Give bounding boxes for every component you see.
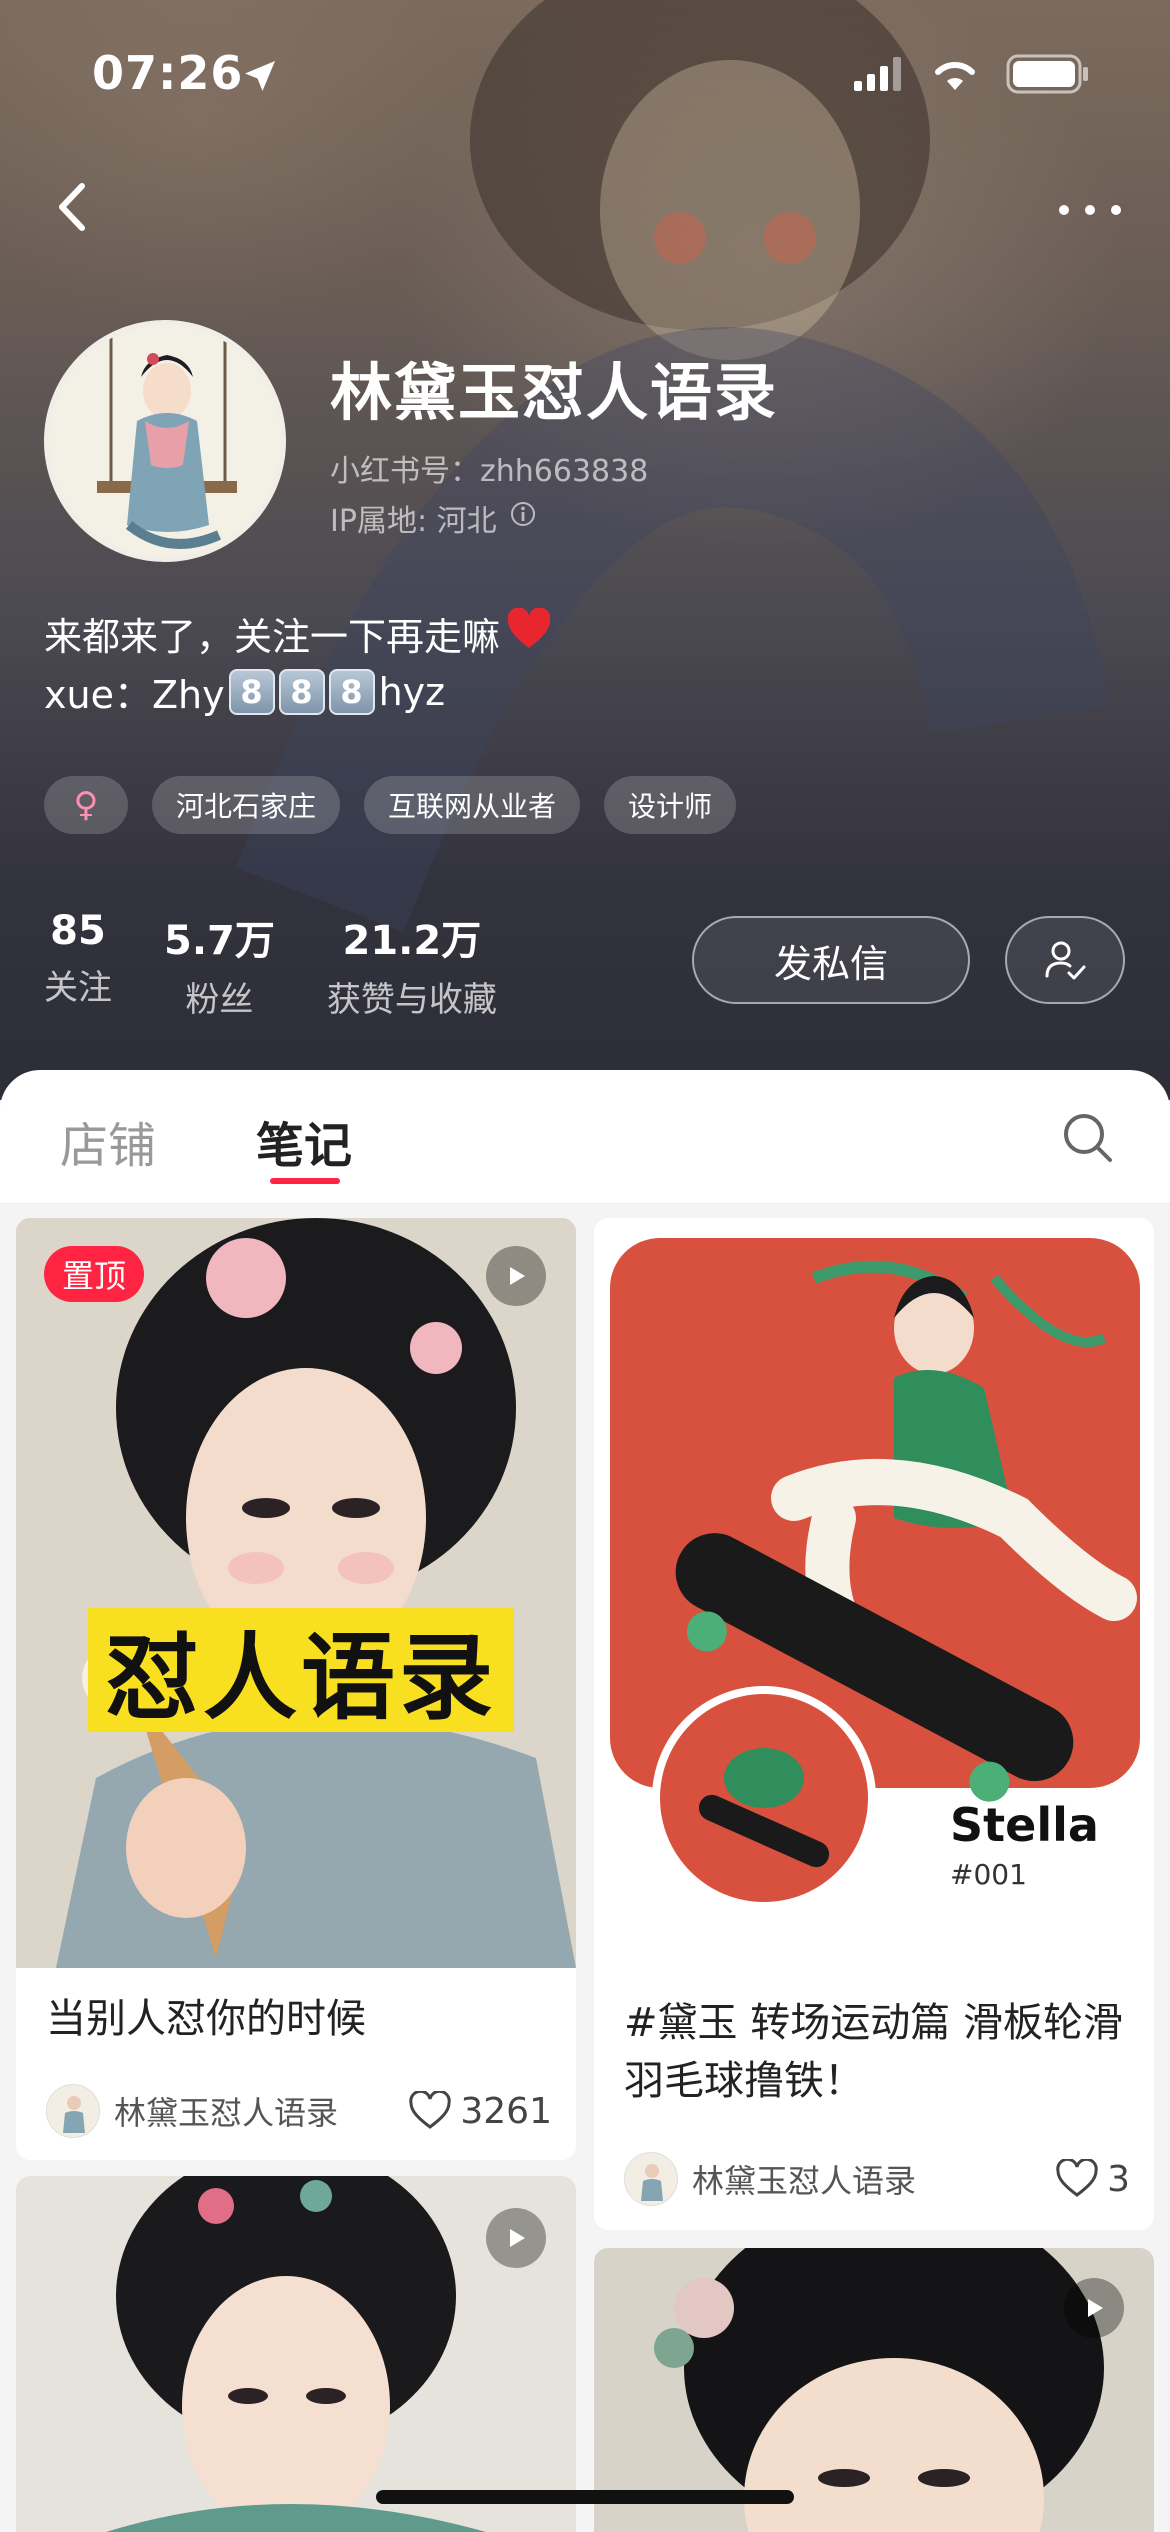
video-badge: [486, 2208, 546, 2268]
note-card[interactable]: [16, 2176, 576, 2532]
stat-value: 21.2万: [342, 918, 482, 964]
tag-industry: 互联网从业者: [364, 776, 581, 834]
ip-location: IP属地: 河北: [330, 496, 537, 540]
search-icon: [1064, 1114, 1112, 1162]
note-card[interactable]: 怼人语录 置顶 当别人怼你的时候 林黛玉怼人语录 3261: [16, 1218, 576, 2160]
author-avatar[interactable]: [624, 2152, 678, 2206]
signal-icon: [854, 57, 904, 91]
cover-name: Stella: [950, 1798, 1099, 1852]
play-icon: [1088, 2299, 1103, 2317]
bio-suffix: hyz: [378, 669, 446, 714]
nickname: 林黛玉怼人语录: [330, 356, 779, 429]
like-button[interactable]: 3: [1055, 2159, 1130, 2200]
bio-text: 来都来了，关注一下再走嘛: [44, 615, 501, 659]
stat-value: 85: [50, 908, 106, 954]
play-icon: [510, 1267, 525, 1285]
tag-profession: 设计师: [604, 776, 737, 834]
avatar-illustration: [49, 325, 281, 557]
pinned-badge: 置顶: [44, 1246, 145, 1302]
tag-location: 河北石家庄: [152, 776, 341, 834]
tab-notes[interactable]: 笔记: [256, 1106, 352, 1176]
keycap-8-icon: 8: [278, 668, 325, 715]
keycap-8-icon: 8: [328, 668, 375, 715]
like-count: 3: [1107, 2158, 1130, 2200]
cover-illustration: [16, 1218, 576, 1968]
gender-female-icon: ♀: [44, 776, 128, 834]
like-button[interactable]: 3261: [408, 2091, 552, 2132]
profile-tags: ♀ 河北石家庄 互联网从业者 设计师: [44, 776, 737, 834]
profile-stats: 85 关注 5.7万 粉丝 21.2万 获赞与收藏: [44, 908, 549, 1021]
play-icon: [510, 2229, 525, 2247]
bio-line-2: xue：Zhy 8 8 8 hyz: [44, 664, 445, 719]
chevron-left-icon: [59, 183, 85, 231]
author-name[interactable]: 林黛玉怼人语录: [114, 2088, 408, 2134]
wifi-icon: [930, 56, 980, 92]
stat-label: 粉丝: [185, 980, 254, 1020]
stat-value: 5.7万: [164, 918, 275, 964]
note-title: 当别人怼你的时候: [46, 1996, 366, 2042]
keycap-8-icon: 8: [228, 668, 275, 715]
heart-emoji-icon: [506, 607, 552, 659]
note-title: #黛玉 转场运动篇 滑板轮滑羽毛球撸铁！: [624, 2000, 1123, 2104]
bio-line-1: 来都来了，关注一下再走嘛: [44, 606, 552, 661]
cover-code: #001: [950, 1858, 1027, 1891]
avatar[interactable]: [44, 320, 286, 562]
video-badge: [486, 1246, 546, 1306]
message-button[interactable]: 发私信: [692, 916, 970, 1004]
user-check-icon: [1045, 941, 1086, 980]
search-button[interactable]: [1058, 1108, 1118, 1168]
status-icons: [854, 54, 1090, 94]
active-tab-indicator: [270, 1178, 340, 1184]
note-meta: 林黛玉怼人语录 3261: [46, 2084, 552, 2138]
bio-prefix: xue：Zhy: [44, 673, 225, 717]
stat-followers[interactable]: 5.7万 粉丝: [164, 908, 275, 1021]
status-time: 07:26: [92, 46, 244, 100]
heart-outline-icon: [1056, 2159, 1098, 2197]
ip-location-label: IP属地: 河北: [330, 504, 497, 539]
heart-outline-icon: [409, 2091, 452, 2129]
author-name[interactable]: 林黛玉怼人语录: [692, 2156, 1055, 2202]
tab-shop[interactable]: 店铺: [60, 1106, 156, 1176]
note-cover: [16, 2176, 576, 2532]
back-button[interactable]: [46, 172, 106, 242]
cover-caption-text: 怼人语录: [104, 1624, 497, 1733]
stat-likes-collects[interactable]: 21.2万 获赞与收藏: [327, 908, 497, 1021]
like-count: 3261: [460, 2090, 552, 2132]
info-icon[interactable]: [509, 500, 537, 536]
content-tabs: 店铺 笔记: [0, 1070, 1170, 1204]
video-badge: [1064, 2278, 1124, 2338]
user-id[interactable]: 小红书号：zhh663838: [330, 446, 648, 490]
battery-icon: [1006, 54, 1090, 94]
stat-label: 关注: [44, 968, 112, 1008]
location-arrow-icon: [240, 56, 280, 100]
more-dots-icon: [1059, 205, 1121, 215]
more-button[interactable]: [1050, 180, 1130, 240]
stat-following[interactable]: 85 关注: [44, 908, 112, 1021]
note-card[interactable]: Stella #001 #黛玉 转场运动篇 滑板轮滑羽毛球撸铁！ 林黛玉怼人语录…: [594, 1218, 1154, 2230]
author-avatar[interactable]: [46, 2084, 100, 2138]
follow-status-button[interactable]: [1005, 916, 1125, 1004]
note-cover: Stella #001: [594, 1218, 1154, 1958]
profile-header: 07:26 林黛玉怼人语录 小红书号：zhh663838 IP属地: 河北 来都…: [0, 0, 1170, 1100]
stat-label: 获赞与收藏: [326, 980, 497, 1020]
note-meta: 林黛玉怼人语录 3: [624, 2152, 1130, 2206]
home-indicator[interactable]: [376, 2490, 794, 2504]
cover-caption-box: 怼人语录: [88, 1608, 514, 1733]
note-cover: 怼人语录 置顶: [16, 1218, 576, 1968]
